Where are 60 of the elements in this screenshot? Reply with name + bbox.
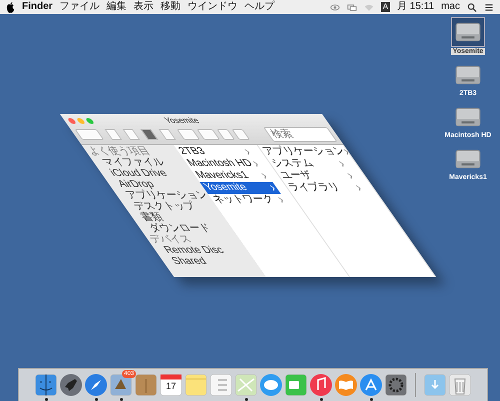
back-forward-button[interactable] — [74, 129, 104, 140]
share-button[interactable] — [216, 129, 236, 140]
sidebar-item[interactable]: Remote Disc — [154, 245, 227, 256]
menu-item[interactable]: 編集 — [106, 1, 127, 13]
input-source-indicator[interactable]: A — [380, 2, 390, 12]
apple-logo-icon[interactable] — [6, 2, 15, 12]
display-icon[interactable] — [346, 2, 357, 12]
sidebar-item[interactable]: 書類 — [132, 212, 166, 223]
sidebar-item[interactable]: AirDrop — [108, 179, 158, 190]
menu-item[interactable]: 表示 — [134, 1, 154, 13]
view-mode-button[interactable] — [158, 129, 176, 140]
view-mode-button[interactable] — [140, 129, 158, 140]
eye-icon[interactable] — [330, 2, 340, 12]
sidebar-item[interactable]: マイファイル — [93, 157, 168, 168]
checklist-icon[interactable] — [209, 373, 233, 397]
arrange-button[interactable] — [176, 129, 200, 140]
sidebar-item[interactable]: デスクトップ — [124, 201, 199, 212]
action-button[interactable] — [196, 129, 220, 140]
gear-icon[interactable] — [384, 373, 408, 397]
column-item[interactable]: アプリケーション — [258, 146, 342, 158]
menu-item[interactable]: Finder — [22, 1, 53, 13]
trash-can-icon[interactable] — [448, 373, 472, 397]
user-name[interactable]: mac — [441, 1, 460, 13]
column-item[interactable]: ユーザ — [275, 170, 359, 182]
column-item[interactable]: Macintosh HD — [182, 158, 264, 170]
sidebar-heading: デバイス — [147, 234, 195, 245]
menu-item[interactable]: ファイル — [60, 1, 100, 13]
download-folder-icon[interactable] — [423, 373, 447, 397]
column-item[interactable]: システム — [266, 158, 350, 170]
clock-text[interactable]: 月 15:11 — [397, 1, 434, 13]
view-mode-button[interactable] — [104, 129, 122, 140]
calendar-date: 17 — [166, 381, 176, 391]
sidebar-item[interactable]: iCloud Drive — [100, 168, 170, 179]
music-note-icon[interactable] — [309, 373, 333, 397]
list-icon[interactable] — [484, 2, 494, 12]
sidebar-item[interactable]: Shared — [162, 256, 210, 267]
menu-item[interactable]: ウインドウ — [188, 1, 238, 13]
search-field[interactable]: 検索 — [263, 127, 338, 142]
close-button[interactable] — [66, 118, 77, 124]
search-icon[interactable] — [467, 2, 477, 12]
hard-drive-icon[interactable] — [450, 17, 485, 47]
menu-item[interactable]: 移動 — [160, 1, 181, 13]
sidebar-item[interactable]: ダウンロード — [139, 223, 214, 234]
column-item[interactable]: ネットワーク — [208, 194, 290, 206]
compass-icon[interactable] — [84, 373, 108, 397]
smiling-face-icon[interactable] — [34, 373, 58, 397]
window-title: Yosemite — [162, 116, 202, 125]
open-book-icon[interactable] — [334, 373, 358, 397]
tag-button[interactable] — [232, 129, 250, 140]
speech-bubble-icon[interactable] — [259, 373, 283, 397]
calendar-icon[interactable] — [159, 373, 183, 397]
zoom-button[interactable] — [84, 118, 95, 124]
view-mode-button[interactable] — [122, 129, 140, 140]
rocket-icon[interactable] — [59, 373, 83, 397]
column-item[interactable]: Mavericks1 — [191, 170, 273, 182]
menu-item[interactable]: ヘルプ — [244, 1, 275, 13]
column-item[interactable]: Yosemite — [200, 182, 282, 194]
column-item[interactable]: ライブラリ — [284, 182, 368, 194]
sidebar-heading: よく使う項目 — [85, 146, 154, 157]
column-item[interactable]: 2TB3 — [174, 146, 256, 158]
